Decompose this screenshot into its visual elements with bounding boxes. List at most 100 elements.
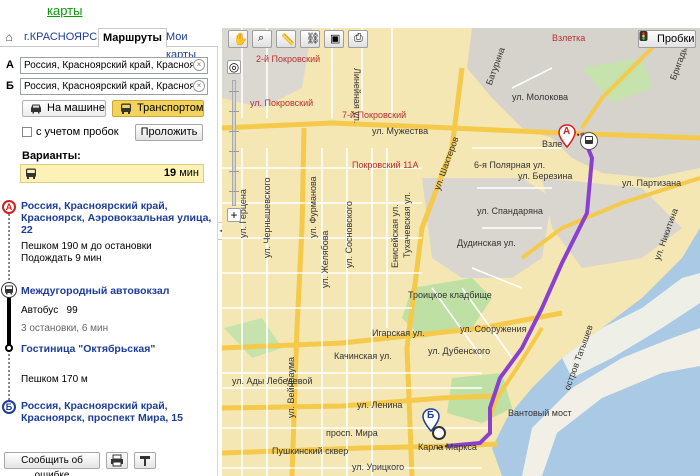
- point-a-marker: А: [2, 200, 16, 214]
- step-end-address[interactable]: Россия, Красноярский край, Красноярск, п…: [21, 400, 213, 424]
- step-bus-stops: 3 остановки, 6 мин: [21, 323, 109, 334]
- report-error-button[interactable]: Сообщить об ошибке: [4, 452, 100, 476]
- map-label: просп. Мира: [326, 428, 378, 438]
- magnifier-tool-button[interactable]: ⌕: [252, 30, 272, 48]
- traffic-button-label: Пробки: [657, 33, 695, 45]
- hand-tool-button[interactable]: ✋: [228, 30, 248, 48]
- point-b-row: Б ×: [6, 78, 212, 95]
- point-a-input[interactable]: [20, 57, 208, 74]
- point-b-letter: Б: [6, 80, 14, 92]
- tab-routes[interactable]: Маршруты: [98, 28, 167, 48]
- map-view[interactable]: Взлетка 2-й Покровский 7-й Покровский ул…: [222, 28, 700, 476]
- map-label: ул. Покровский: [250, 98, 314, 108]
- link-icon: ⛓: [306, 33, 320, 45]
- top-bar: карты: [0, 0, 700, 28]
- step-bus-route: Автобус 99: [21, 305, 78, 317]
- mode-transit-label: Транспортом: [137, 102, 204, 114]
- walk-line: [8, 354, 10, 404]
- point-b-marker: Б: [2, 400, 16, 414]
- traffic-checkbox[interactable]: [22, 127, 32, 137]
- variant-unit: мин: [179, 167, 199, 179]
- variant-minutes: 19: [163, 167, 177, 179]
- map-label: ул. Чернышевского: [262, 177, 272, 258]
- map-label: ул. Ады Лебедевой: [232, 376, 313, 386]
- map-label: ул. Сосновского: [344, 201, 354, 268]
- map-label: Тухачевская ул.: [402, 191, 412, 258]
- map-label: ул. Спандаряна: [477, 206, 543, 216]
- bus-icon: [121, 103, 131, 114]
- route-variant[interactable]: 19 мин: [20, 164, 204, 183]
- link-tool-button[interactable]: ⛓: [300, 30, 320, 48]
- sidebar-footer: Сообщить об ошибке: [0, 444, 218, 476]
- map-label: ул. Фурманова: [308, 176, 318, 238]
- tab-my-maps[interactable]: Мои карты: [162, 28, 218, 61]
- map-label: ул. Партизана: [622, 178, 682, 188]
- point-a-row: А ×: [6, 57, 212, 74]
- printer-icon: [111, 454, 123, 467]
- pin-icon: [140, 456, 150, 466]
- map-label: ул. Мужества: [372, 126, 429, 136]
- map-label: Линейная ул.: [352, 68, 362, 124]
- pin-b-letter: Б: [427, 410, 435, 421]
- map-label: Дудинская ул.: [457, 238, 516, 248]
- bus-stop-icon: [1, 282, 17, 298]
- map-label: ул. Молокова: [512, 92, 569, 102]
- pin-a-letter: А: [563, 126, 571, 137]
- walk-line: [8, 214, 10, 288]
- mode-car-label: На машине: [47, 102, 105, 114]
- mode-car-button[interactable]: На машине: [22, 100, 106, 117]
- map-label: Енисейская ул.: [390, 204, 400, 268]
- ruler-icon: 📏: [281, 34, 295, 46]
- zoom-tick: [229, 151, 239, 152]
- build-route-button[interactable]: Проложить: [135, 124, 203, 141]
- clear-icon[interactable]: ×: [193, 59, 205, 71]
- map-label: Взлетка: [552, 33, 586, 43]
- map-label: Троицкое кладбище: [408, 290, 492, 300]
- map-label: ул. Березина: [518, 171, 573, 181]
- step-stop-arrival[interactable]: Гостиница "Октябрьская": [21, 343, 213, 355]
- map-label: ул. Сооружения: [460, 324, 527, 334]
- zoom-tick: [229, 171, 239, 172]
- map-label: ул. Дубенского: [428, 346, 491, 356]
- mode-transit-button[interactable]: Транспортом: [112, 100, 204, 117]
- print-tool-button[interactable]: ⎙: [348, 30, 368, 48]
- route-start-marker[interactable]: А: [558, 124, 576, 148]
- clear-icon[interactable]: ×: [193, 80, 205, 92]
- placemark-tool-button[interactable]: ▣: [324, 30, 344, 48]
- car-icon: [31, 104, 41, 114]
- map-label: ул. Вейнбаума: [286, 356, 296, 418]
- placemark-icon: ▣: [330, 33, 341, 45]
- bus-stop-marker[interactable]: [580, 132, 598, 150]
- maps-link[interactable]: карты: [47, 3, 82, 18]
- magnifier-icon: ⌕: [258, 32, 265, 44]
- bus-line: [7, 296, 11, 350]
- map-label: 6-я Полярная ул.: [474, 160, 546, 170]
- traffic-button[interactable]: Пробки: [638, 30, 696, 48]
- compass-icon[interactable]: ◎: [227, 60, 241, 74]
- variants-label: Варианты:: [22, 150, 81, 162]
- arrival-stop-marker[interactable]: [432, 426, 446, 440]
- map-label: Пушкинский сквер: [272, 446, 349, 456]
- hand-icon: ✋: [233, 32, 248, 46]
- sidebar: ⌂ г.КРАСНОЯРСК Маршруты Мои карты А × Б …: [0, 28, 218, 476]
- tab-city[interactable]: г.КРАСНОЯРСК: [20, 28, 108, 47]
- stop-dot-icon: [5, 344, 13, 352]
- variant-duration: 19 мин: [164, 167, 199, 179]
- zoom-in-button[interactable]: +: [227, 208, 241, 222]
- map-label: Вантовый мост: [508, 408, 572, 418]
- home-icon[interactable]: ⌂: [2, 30, 16, 44]
- step-stop-departure[interactable]: Междугородный автовокзал: [21, 285, 213, 297]
- point-b-input[interactable]: [20, 78, 208, 95]
- map-label: Карла Маркса: [418, 442, 477, 452]
- ruler-tool-button[interactable]: 📏: [276, 30, 296, 48]
- link-button[interactable]: [134, 452, 156, 469]
- bus-number: 99: [66, 305, 78, 316]
- print-button[interactable]: [106, 452, 128, 469]
- step-start-address[interactable]: Россия, Красноярский край, Красноярск, А…: [21, 200, 213, 236]
- zoom-tick: [229, 191, 239, 192]
- zoom-tick: [229, 131, 239, 132]
- zoom-slider[interactable]: [229, 80, 239, 206]
- bus-label: Автобус: [21, 305, 59, 316]
- map-label: 2-й Покровский: [256, 54, 321, 64]
- step-wait-text: Подождать 9 мин: [21, 253, 102, 264]
